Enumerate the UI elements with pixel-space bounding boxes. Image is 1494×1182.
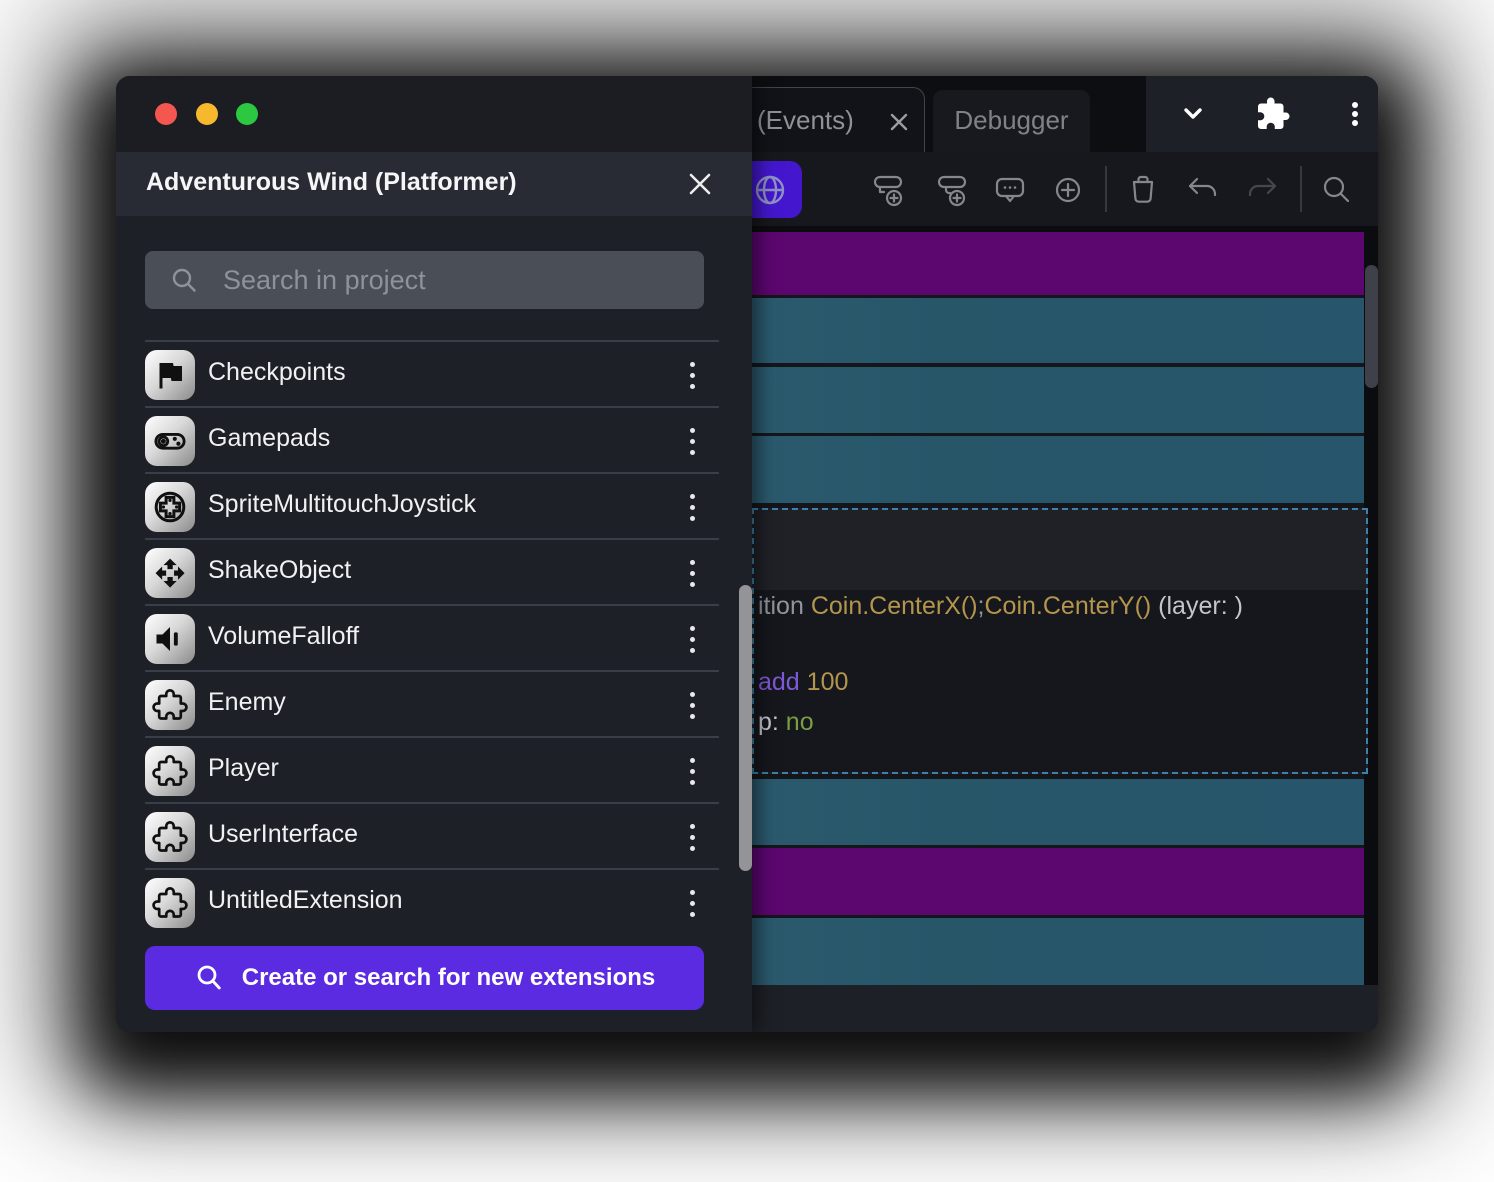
- window-titlebar: [116, 76, 752, 152]
- item-menu-kebab-icon[interactable]: [672, 748, 712, 794]
- delete-button[interactable]: [1125, 172, 1161, 208]
- item-menu-kebab-icon[interactable]: [672, 418, 712, 464]
- code-segment: ;: [978, 592, 985, 620]
- cta-label: Create or search for new extensions: [242, 964, 655, 992]
- panel-scrollbar[interactable]: [739, 585, 752, 871]
- search-icon: [194, 963, 224, 993]
- list-item-label: Checkpoints: [208, 358, 346, 387]
- list-item-label: UntitledExtension: [208, 886, 403, 915]
- event-row[interactable]: [752, 918, 1364, 985]
- code-segment: ition: [758, 592, 811, 620]
- list-item-label: Enemy: [208, 688, 286, 717]
- list-item-checkpoints[interactable]: Checkpoints: [145, 340, 719, 406]
- panel-title: Adventurous Wind (Platformer): [146, 168, 517, 197]
- list-item-player[interactable]: Player: [145, 736, 719, 802]
- event-row[interactable]: [752, 436, 1364, 503]
- puzzle-icon: [145, 812, 195, 862]
- minimize-window-button[interactable]: [196, 103, 218, 125]
- kebab-menu-icon[interactable]: [1337, 96, 1373, 132]
- event-action-line: add 100: [758, 668, 848, 697]
- item-menu-kebab-icon[interactable]: [672, 616, 712, 662]
- undo-button[interactable]: [1185, 172, 1221, 208]
- event-row[interactable]: [752, 298, 1364, 363]
- item-menu-kebab-icon[interactable]: [672, 880, 712, 926]
- add-event-button[interactable]: [870, 172, 906, 208]
- toolbar-divider: [1300, 166, 1302, 212]
- list-item-label: Gamepads: [208, 424, 330, 453]
- add-subevent-button[interactable]: [934, 172, 970, 208]
- list-item-untitled-extension[interactable]: UntitledExtension: [145, 868, 719, 934]
- list-item-sprite-multitouch-joystick[interactable]: SpriteMultitouchJoystick: [145, 472, 719, 538]
- list-item-volume-falloff[interactable]: VolumeFalloff: [145, 604, 719, 670]
- events-editor-region: (Events) Debugger: [752, 76, 1378, 1032]
- search-icon: [169, 265, 199, 295]
- add-comment-button[interactable]: [992, 172, 1028, 208]
- move-arrows-icon: [145, 548, 195, 598]
- app-window: (Events) Debugger: [116, 76, 1378, 1032]
- event-row[interactable]: [752, 848, 1364, 915]
- code-segment: Coin.CenterY(): [985, 592, 1152, 620]
- tab-debugger-label: Debugger: [933, 105, 1090, 136]
- search-input[interactable]: [223, 251, 683, 309]
- create-or-search-extensions-button[interactable]: Create or search for new extensions: [145, 946, 704, 1010]
- event-condition-line: ition Coin.CenterX();Coin.CenterY() (lay…: [758, 592, 1243, 621]
- puzzle-icon: [145, 680, 195, 730]
- redo-button[interactable]: [1244, 172, 1280, 208]
- list-item-label: ShakeObject: [208, 556, 351, 585]
- zoom-window-button[interactable]: [236, 103, 258, 125]
- event-row[interactable]: [752, 232, 1364, 295]
- add-button[interactable]: [1050, 172, 1086, 208]
- code-segment: 100: [807, 668, 849, 696]
- code-segment: no: [786, 708, 814, 736]
- item-menu-kebab-icon[interactable]: [672, 682, 712, 728]
- item-menu-kebab-icon[interactable]: [672, 484, 712, 530]
- events-sheet: ition Coin.CenterX();Coin.CenterY() (lay…: [752, 226, 1378, 1032]
- list-item-enemy[interactable]: Enemy: [145, 670, 719, 736]
- close-panel-icon[interactable]: [686, 170, 714, 198]
- code-segment: add: [758, 668, 807, 696]
- list-item-label: UserInterface: [208, 820, 358, 849]
- search-events-button[interactable]: [1318, 172, 1354, 208]
- puzzle-icon: [145, 746, 195, 796]
- tab-bar: (Events) Debugger: [752, 76, 1378, 152]
- list-item-label: SpriteMultitouchJoystick: [208, 490, 476, 519]
- speaker-icon: [145, 614, 195, 664]
- panel-header: Adventurous Wind (Platformer): [116, 152, 752, 216]
- puzzle-piece-icon[interactable]: [1255, 96, 1291, 132]
- item-menu-kebab-icon[interactable]: [672, 814, 712, 860]
- tab-events-label: (Events): [757, 105, 854, 136]
- event-row[interactable]: [752, 779, 1364, 845]
- list-item-label: VolumeFalloff: [208, 622, 359, 651]
- joystick-icon: [145, 482, 195, 532]
- selected-event-block[interactable]: ition Coin.CenterX();Coin.CenterY() (lay…: [752, 508, 1368, 774]
- event-row[interactable]: [752, 367, 1364, 433]
- gamepad-icon: [145, 416, 195, 466]
- toolbar-divider: [1105, 166, 1107, 212]
- code-segment: Coin.CenterX(): [811, 592, 978, 620]
- list-item-gamepads[interactable]: Gamepads: [145, 406, 719, 472]
- tab-close-icon[interactable]: [887, 110, 911, 134]
- list-item-user-interface[interactable]: UserInterface: [145, 802, 719, 868]
- project-search: [145, 251, 704, 309]
- events-toolbar: [752, 152, 1378, 226]
- chevron-down-icon[interactable]: [1175, 96, 1211, 132]
- code-segment: (layer: ): [1151, 592, 1243, 620]
- window-menu-area: [1146, 76, 1378, 152]
- list-item-label: Player: [208, 754, 279, 783]
- close-window-button[interactable]: [155, 103, 177, 125]
- item-menu-kebab-icon[interactable]: [672, 352, 712, 398]
- selected-event-conditions: [754, 510, 1366, 590]
- project-manager-panel: Adventurous Wind (Platformer) Checkpoint…: [116, 76, 752, 1032]
- puzzle-icon: [145, 878, 195, 928]
- selected-event-actions: ition Coin.CenterX();Coin.CenterY() (lay…: [754, 590, 1366, 772]
- item-menu-kebab-icon[interactable]: [672, 550, 712, 596]
- list-item-shake-object[interactable]: ShakeObject: [145, 538, 719, 604]
- code-segment: p:: [758, 708, 786, 736]
- flag-icon: [145, 350, 195, 400]
- events-scrollbar[interactable]: [1365, 265, 1378, 388]
- event-action-line: p: no: [758, 708, 814, 737]
- events-sheet-footer: [752, 985, 1378, 1032]
- tab-debugger[interactable]: Debugger: [933, 90, 1090, 152]
